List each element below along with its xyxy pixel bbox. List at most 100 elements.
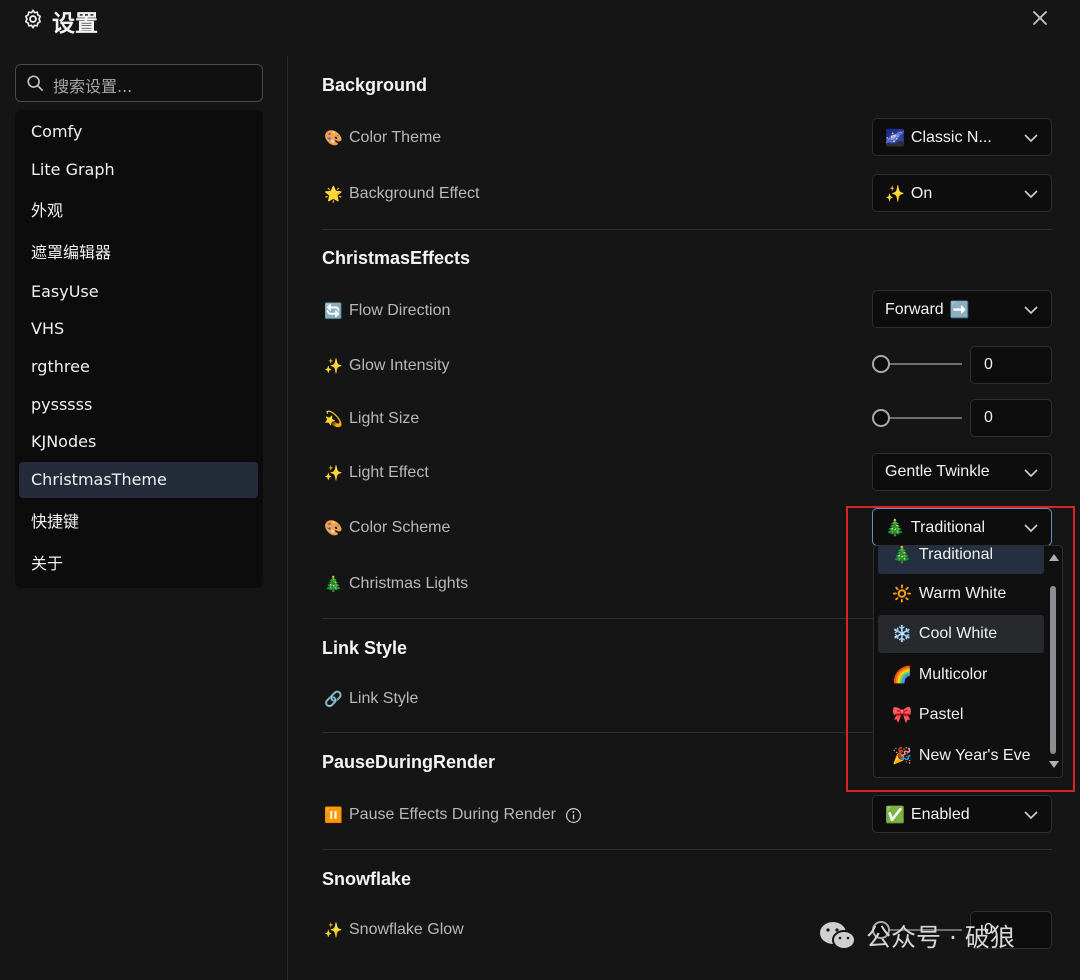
glow-intensity-input[interactable]: 0 (970, 346, 1052, 384)
section-divider (322, 849, 1052, 850)
snowflake-glow-text: Snowflake Glow (349, 921, 464, 938)
color-scheme-text: Color Scheme (349, 519, 451, 536)
dropdown-option-traditional[interactable]: 🎄 Traditional (878, 546, 1044, 574)
dizzy-icon: 💫 (324, 411, 343, 428)
light-size-input[interactable]: 0 (970, 399, 1052, 437)
dropdown-option-new-years-eve[interactable]: 🎉 New Year's Eve (878, 737, 1044, 775)
scroll-down-arrow-icon[interactable] (1049, 761, 1059, 768)
sidebar-item-pysssss[interactable]: pysssss (19, 387, 258, 423)
snowflake-icon: ❄️ (892, 626, 912, 643)
christmas-lights-label: 🎄 Christmas Lights (324, 573, 468, 595)
snowflake-glow-label: ✨ Snowflake Glow (324, 919, 464, 941)
sidebar-item-about[interactable]: 关于 (19, 546, 258, 582)
close-icon[interactable] (1028, 6, 1052, 30)
section-title-snowflake: Snowflake (322, 869, 412, 889)
glow-intensity-label: ✨ Glow Intensity (324, 355, 449, 377)
background-effect-label: 🌟 Background Effect (324, 183, 479, 205)
section-title-christmas-effects: ChristmasEffects (322, 248, 471, 268)
chevron-down-icon (1024, 306, 1038, 315)
link-icon: 🔗 (324, 691, 343, 708)
slider-thumb[interactable] (872, 409, 890, 427)
option-label: New Year's Eve (918, 747, 1031, 764)
chevron-down-icon (1024, 524, 1038, 533)
light-size-label: 💫 Light Size (324, 408, 419, 430)
search-placeholder: 搜索设置... (53, 77, 133, 96)
chevron-down-icon (1024, 190, 1038, 199)
color-scheme-label: 🎨 Color Scheme (324, 517, 450, 539)
dropdown-option-pastel[interactable]: 🎀 Pastel (878, 696, 1044, 734)
pause-effects-text: Pause Effects During Render (349, 806, 556, 823)
dialog-header: 设置 (0, 0, 1080, 48)
light-size-slider[interactable] (872, 408, 962, 428)
flow-direction-value: Forward (885, 301, 944, 318)
dropdown-option-cool-white[interactable]: ❄️ Cool White (878, 615, 1044, 653)
dropdown-scrollbar[interactable] (1046, 548, 1060, 776)
option-label: Pastel (918, 706, 964, 723)
sparkles-icon: ✨ (885, 186, 905, 203)
background-effect-select[interactable]: ✨ On (872, 174, 1052, 212)
sidebar-item-kjnodes[interactable]: KJNodes (19, 424, 258, 460)
glow-intensity-text: Glow Intensity (349, 357, 450, 374)
repeat-icon: 🔄 (324, 303, 343, 320)
star-icon: 🌟 (324, 186, 343, 203)
background-effect-text: Background Effect (349, 185, 480, 202)
sun-icon: 🔆 (892, 586, 912, 603)
christmas-tree-icon: 🎄 (885, 520, 905, 537)
sidebar-item-mask-editor[interactable]: 遮罩编辑器 (19, 235, 258, 271)
christmas-tree-icon: 🎄 (892, 547, 912, 564)
chevron-down-icon (1024, 469, 1038, 478)
dropdown-option-warm-white[interactable]: 🔆 Warm White (878, 575, 1044, 613)
info-icon[interactable] (565, 807, 582, 824)
search-input[interactable]: 搜索设置... (15, 64, 263, 102)
dropdown-option-multicolor[interactable]: 🌈 Multicolor (878, 656, 1044, 694)
search-icon (27, 75, 44, 92)
flow-direction-label: 🔄 Flow Direction (324, 300, 450, 322)
light-effect-select[interactable]: Gentle Twinkle (872, 453, 1052, 491)
sidebar-nav: Comfy Lite Graph 外观 遮罩编辑器 EasyUse VHS rg… (15, 110, 263, 588)
sparkles-icon: ✨ (324, 358, 343, 375)
sidebar-item-easyuse[interactable]: EasyUse (19, 274, 258, 310)
sidebar-item-christmastheme[interactable]: ChristmasTheme (19, 462, 258, 498)
page-title: 设置 (52, 11, 98, 37)
slider-thumb[interactable] (872, 355, 890, 373)
sparkles-icon: ✨ (324, 922, 343, 939)
option-label: Warm White (918, 585, 1007, 602)
option-label: Multicolor (918, 666, 988, 683)
gear-icon (25, 9, 41, 29)
flow-direction-select[interactable]: Forward ➡️ (872, 290, 1052, 328)
color-scheme-dropdown: 🎄 Traditional 🔆 Warm White ❄️ Cool White… (873, 545, 1063, 778)
sidebar-item-appearance[interactable]: 外观 (19, 193, 258, 229)
sidebar-item-vhs[interactable]: VHS (19, 311, 258, 347)
scrollbar-thumb[interactable] (1050, 586, 1056, 754)
light-effect-value: Gentle Twinkle (885, 463, 990, 480)
pause-effects-select[interactable]: ✅ Enabled (872, 795, 1052, 833)
color-scheme-select[interactable]: 🎄 Traditional (872, 508, 1052, 546)
chevron-down-icon (1024, 811, 1038, 820)
background-effect-value: On (910, 185, 933, 202)
sidebar-item-comfy[interactable]: Comfy (19, 114, 258, 150)
option-label: Cool White (918, 625, 998, 642)
light-size-text: Light Size (349, 410, 420, 427)
arrow-right-icon: ➡️ (949, 302, 970, 319)
pause-effects-value: Enabled (910, 806, 970, 823)
scroll-up-arrow-icon[interactable] (1049, 554, 1059, 561)
sidebar-item-lite-graph[interactable]: Lite Graph (19, 152, 258, 188)
check-mark-icon: ✅ (885, 807, 905, 824)
glow-intensity-slider[interactable] (872, 354, 962, 374)
sidebar-item-rgthree[interactable]: rgthree (19, 349, 258, 385)
link-style-label: 🔗 Link Style (324, 688, 418, 710)
palette-icon: 🎨 (324, 520, 343, 537)
section-title-pause-during-render: PauseDuringRender (322, 752, 496, 772)
light-effect-text: Light Effect (349, 464, 429, 481)
christmas-lights-text: Christmas Lights (349, 575, 469, 592)
sidebar-item-shortcuts[interactable]: 快捷键 (19, 504, 258, 540)
flow-direction-text: Flow Direction (349, 302, 451, 319)
section-divider (322, 229, 1052, 230)
color-theme-select[interactable]: 🌌 Classic N... (872, 118, 1052, 156)
christmas-tree-icon: 🎄 (324, 576, 343, 593)
color-scheme-value: Traditional (910, 519, 986, 536)
watermark-text: 公众号 · 破狼 (866, 923, 1015, 952)
sidebar-divider (287, 56, 288, 980)
watermark: 公众号 · 破狼 (818, 914, 1015, 958)
rainbow-icon: 🌈 (892, 667, 912, 684)
